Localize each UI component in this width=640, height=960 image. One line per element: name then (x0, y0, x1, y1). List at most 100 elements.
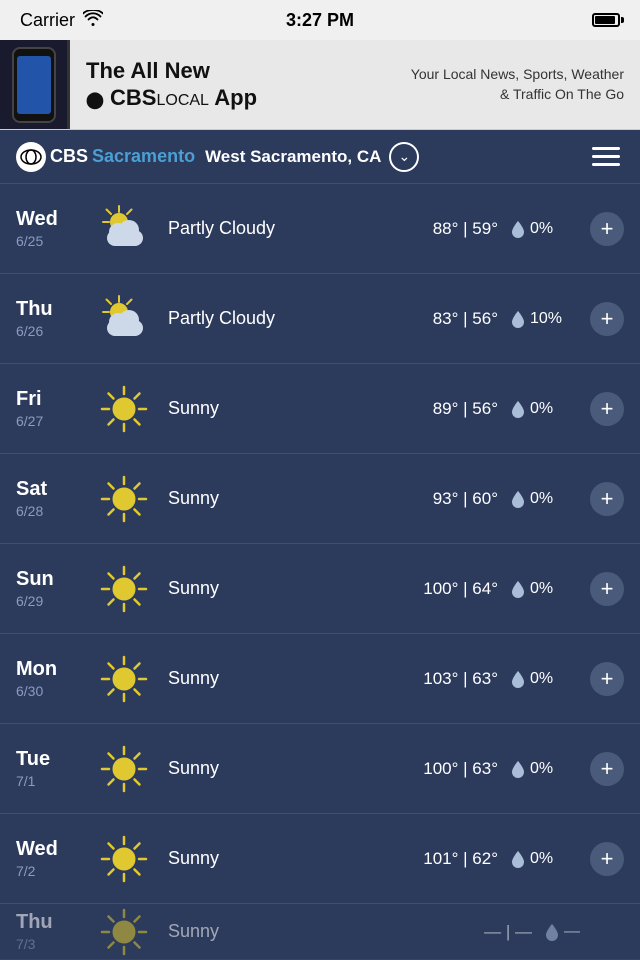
day-date: 6/28 (16, 503, 88, 519)
expand-button[interactable]: + (590, 482, 624, 516)
hamburger-line-1 (592, 147, 620, 150)
day-column: Wed 7/2 (16, 838, 88, 879)
temperature-range: 88° | 59° (433, 219, 498, 239)
wifi-icon (83, 10, 103, 31)
rain-chance: 0% (510, 489, 578, 509)
condition-label: Sunny (160, 488, 433, 509)
rain-chance: 0% (510, 759, 578, 779)
location-label: West Sacramento, CA (205, 147, 381, 167)
condition-label: Sunny (160, 921, 484, 942)
day-name: Fri (16, 388, 88, 411)
weather-row: Tue 7/1 Sunny 100° | 63° 0% (0, 724, 640, 814)
day-date: 6/30 (16, 683, 88, 699)
weather-icon (88, 382, 160, 436)
temperature-range: 100° | 63° (423, 759, 498, 779)
day-name: Mon (16, 658, 88, 681)
rain-chance: 0% (510, 399, 578, 419)
rain-drop-icon (510, 309, 526, 329)
ad-phone-image (0, 40, 70, 130)
weather-row: Thu 6/26 Partly Cloudy 83° | 56° (0, 274, 640, 364)
hamburger-menu-button[interactable] (588, 143, 624, 170)
weather-icon (88, 472, 160, 526)
cbs-eye-logo (16, 142, 46, 172)
weather-row: Fri 6/27 Sunny 89° | 56° 0% (0, 364, 640, 454)
temperature-range: — | — (484, 922, 532, 942)
weather-row: Sat 6/28 Sunny 93° | 60° 0% (0, 454, 640, 544)
day-date: 6/27 (16, 413, 88, 429)
status-left: Carrier (20, 10, 103, 31)
condition-label: Sunny (160, 578, 423, 599)
carrier-label: Carrier (20, 10, 75, 31)
weather-icon (88, 562, 160, 616)
day-column: Thu 6/26 (16, 298, 88, 339)
day-date: 6/29 (16, 593, 88, 609)
day-column: Mon 6/30 (16, 658, 88, 699)
hamburger-line-3 (592, 163, 620, 166)
rain-chance: 0% (510, 669, 578, 689)
temperature-range: 89° | 56° (433, 399, 498, 419)
day-column: Tue 7/1 (16, 748, 88, 789)
day-column: Fri 6/27 (16, 388, 88, 429)
day-name: Thu (16, 911, 88, 934)
temperature-range: 101° | 62° (423, 849, 498, 869)
weather-row: Mon 6/30 Sunny 103° | 63° 0% (0, 634, 640, 724)
day-column: Wed 6/25 (16, 208, 88, 249)
ad-title: The All New ⬤ CBSLOCAL App (86, 58, 257, 111)
weather-icon (88, 832, 160, 886)
rain-chance: — (544, 922, 612, 942)
status-bar: Carrier 3:27 PM (0, 0, 640, 40)
expand-button[interactable]: + (590, 302, 624, 336)
sacramento-label: Sacramento (92, 146, 195, 167)
weather-row: Sun 6/29 Sunny 100° | 64° 0% (0, 544, 640, 634)
expand-button[interactable]: + (590, 842, 624, 876)
rain-drop-icon (510, 489, 526, 509)
weather-list: Wed 6/25 Partly Cloudy 88° | 59° (0, 184, 640, 960)
weather-row: Wed 6/25 Partly Cloudy 88° | 59° (0, 184, 640, 274)
rain-drop-icon (510, 669, 526, 689)
temperature-range: 83° | 56° (433, 309, 498, 329)
weather-icon (88, 652, 160, 706)
day-name: Wed (16, 838, 88, 861)
rain-drop-icon (510, 579, 526, 599)
condition-label: Sunny (160, 668, 423, 689)
rain-chance: 0% (510, 849, 578, 869)
condition-label: Sunny (160, 758, 423, 779)
ad-banner[interactable]: The All New ⬤ CBSLOCAL App Your Local Ne… (0, 40, 640, 130)
weather-row: Wed 7/2 Sunny 101° | 62° 0% (0, 814, 640, 904)
ad-content: The All New ⬤ CBSLOCAL App Your Local Ne… (70, 48, 640, 121)
temperature-range: 93° | 60° (433, 489, 498, 509)
day-column: Sun 6/29 (16, 568, 88, 609)
condition-label: Partly Cloudy (160, 308, 433, 329)
rain-chance: 0% (510, 219, 578, 239)
header-bar: CBS Sacramento West Sacramento, CA ⌄ (0, 130, 640, 184)
day-name: Sun (16, 568, 88, 591)
expand-button[interactable]: + (590, 572, 624, 606)
expand-button[interactable]: + (590, 662, 624, 696)
rain-chance: 10% (510, 309, 578, 329)
day-column: Sat 6/28 (16, 478, 88, 519)
location-dropdown-button[interactable]: ⌄ (389, 142, 419, 172)
condition-label: Sunny (160, 398, 433, 419)
cbs-brand: CBS Sacramento West Sacramento, CA (16, 142, 381, 172)
day-date: 6/25 (16, 233, 88, 249)
day-date: 6/26 (16, 323, 88, 339)
cbs-text: CBS (50, 146, 88, 167)
weather-row: Thu 7/3 Sunny — | — — (0, 904, 640, 960)
day-date: 7/2 (16, 863, 88, 879)
expand-button[interactable]: + (590, 392, 624, 426)
status-right (592, 13, 620, 27)
weather-icon (88, 202, 160, 256)
rain-drop-icon (544, 922, 560, 942)
day-name: Sat (16, 478, 88, 501)
rain-drop-icon (510, 399, 526, 419)
day-name: Tue (16, 748, 88, 771)
expand-button[interactable]: + (590, 212, 624, 246)
battery-icon (592, 13, 620, 27)
condition-label: Partly Cloudy (160, 218, 433, 239)
temperature-range: 100° | 64° (423, 579, 498, 599)
temperature-range: 103° | 63° (423, 669, 498, 689)
expand-button[interactable]: + (590, 752, 624, 786)
day-name: Thu (16, 298, 88, 321)
ad-tagline: Your Local News, Sports, Weather & Traff… (404, 65, 624, 104)
weather-icon (88, 905, 160, 959)
